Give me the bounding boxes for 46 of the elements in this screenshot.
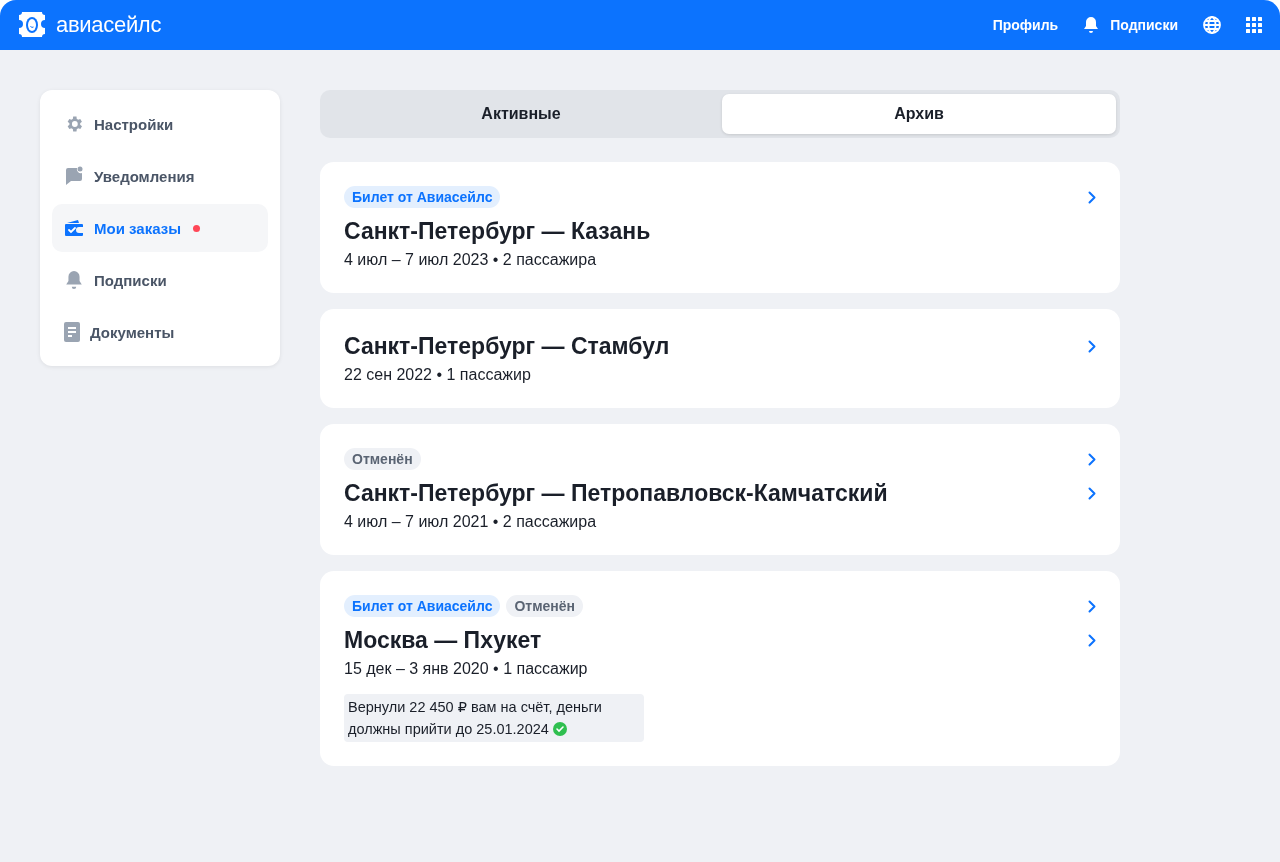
- refund-note: Вернули 22 450 ₽ вам на счёт, деньги должны прийти до 25.01.2024: [344, 694, 644, 742]
- logo-icon: [18, 11, 46, 39]
- sidebar-item-label: Настройки: [94, 115, 174, 133]
- document-icon: [64, 322, 80, 342]
- order-card[interactable]: Отменён Санкт-Петербург — Петропавловск-Камчатский 4 июл – 7 июл 2021 • 2 пассажира: [320, 424, 1120, 555]
- logo-text[interactable]: авиасейлс: [56, 12, 162, 38]
- order-card[interactable]: Билет от Авиасейлс Отменён Москва — Пхукет 15 дек – 3 янв 2020 • 1 пассажир Вернули 22 450 ₽ вам на счёт, деньги должны прийти до 25.01.2024: [320, 571, 1120, 766]
- sidebar-item-label: Подписки: [94, 271, 167, 289]
- route-title: Санкт-Петербург — Петропавловск-Камчатский: [344, 480, 888, 507]
- chevron-right-icon: [1088, 340, 1096, 353]
- sidebar-item[interactable]: Документы: [52, 308, 268, 356]
- nav-link[interactable]: Профиль: [992, 17, 1059, 33]
- trip-details: 15 дек – 3 янв 2020 • 1 пассажир: [344, 660, 589, 678]
- nav-link[interactable]: Подписки: [1082, 16, 1178, 34]
- message-icon: [64, 166, 84, 186]
- sidebar-item[interactable]: Мои заказы: [52, 204, 268, 252]
- apps-grid-icon[interactable]: [1246, 17, 1262, 33]
- sidebar-item-label: Документы: [90, 323, 175, 341]
- sidebar-item[interactable]: Подписки: [52, 256, 268, 304]
- globe-icon[interactable]: [1202, 15, 1222, 35]
- order-card[interactable]: Санкт-Петербург — Стамбул 22 сен 2022 • 1 пассажир: [320, 309, 1120, 408]
- route-title: Москва — Пхукет: [344, 627, 542, 654]
- trip-details: 4 июл – 7 июл 2021 • 2 пассажира: [344, 513, 598, 531]
- sidebar-item[interactable]: Уведомления: [52, 152, 268, 200]
- brand-tag: Билет от Авиасейлс: [344, 186, 501, 208]
- chevron-right-icon: [1088, 190, 1096, 204]
- status-tag: Отменён: [344, 448, 421, 470]
- tab[interactable]: Архив: [722, 94, 1116, 134]
- status-tag: Отменён: [506, 595, 584, 617]
- route-title: Санкт-Петербург — Стамбул: [344, 333, 670, 360]
- sidebar-item-label: Уведомления: [94, 167, 195, 185]
- chevron-right-icon: [1088, 452, 1096, 466]
- order-card[interactable]: Билет от Авиасейлс Санкт-Петербург — Казань 4 июл – 7 июл 2023 • 2 пассажира: [320, 162, 1120, 293]
- tab[interactable]: Активные: [324, 94, 718, 134]
- chevron-right-icon: [1088, 634, 1096, 647]
- bell-icon: [64, 270, 84, 290]
- chevron-right-icon: [1088, 487, 1096, 500]
- trip-details: 4 июл – 7 июл 2023 • 2 пассажира: [344, 251, 598, 269]
- chevron-right-icon: [1088, 599, 1096, 613]
- sidebar-item[interactable]: Настройки: [52, 100, 268, 148]
- trip-details: 22 сен 2022 • 1 пассажир: [344, 366, 532, 384]
- sidebar-item-label: Мои заказы: [94, 219, 181, 237]
- wallet-check-icon: [64, 219, 84, 237]
- route-title: Санкт-Петербург — Казань: [344, 218, 651, 245]
- brand-tag: Билет от Авиасейлс: [344, 595, 501, 617]
- bell-icon: [1082, 16, 1101, 34]
